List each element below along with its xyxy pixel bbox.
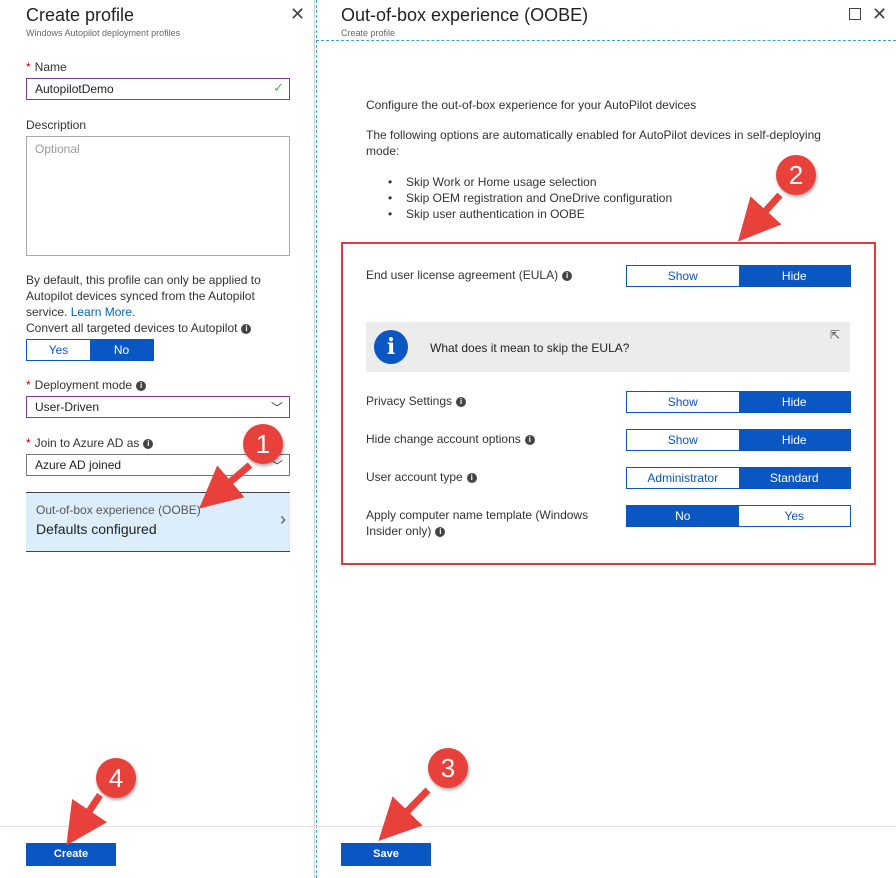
description-label: Description (26, 118, 87, 132)
computer-name-label: Apply computer name template (Windows In… (366, 507, 588, 539)
info-icon: i (456, 396, 467, 407)
eula-label-text: End user license agreement (EULA) (366, 268, 559, 282)
info-icon: i (136, 380, 147, 391)
list-item: Skip OEM registration and OneDrive confi… (388, 190, 672, 206)
computer-name-label-line2: Insider only) (366, 524, 432, 538)
maximize-icon[interactable] (849, 8, 861, 20)
close-icon[interactable]: ✕ (872, 4, 887, 25)
callout-badge-1: 1 (243, 424, 283, 464)
oobe-item-title: Out-of-box experience (OOBE) (36, 503, 201, 517)
auto-enabled-list: Skip Work or Home usage selection Skip O… (388, 174, 672, 222)
oobe-blade: Out-of-box experience (OOBE) Create prof… (316, 0, 896, 878)
hide-account-label-text: Hide change account options (366, 432, 521, 446)
info-icon: i (524, 434, 535, 445)
join-value: Azure AD joined (35, 458, 122, 472)
user-type-toggle[interactable]: Administrator Standard (626, 467, 851, 489)
privacy-toggle[interactable]: Show Hide (626, 391, 851, 413)
intro-text: Configure the out-of-box experience for … (366, 98, 697, 112)
privacy-label-text: Privacy Settings (366, 394, 453, 408)
join-label-text: Join to Azure AD as (34, 436, 140, 450)
chevron-down-icon: ﹀ (270, 401, 283, 415)
info-icon: i (562, 270, 573, 281)
deployment-mode-label: * Deployment mode i (26, 378, 147, 392)
description-placeholder: Optional (35, 142, 80, 156)
required-marker: * (26, 60, 31, 74)
checkmark-icon: ✓ (273, 80, 284, 95)
autopilot-info-text: By default, this profile can only be app… (26, 272, 288, 320)
convert-label-text: Convert all targeted devices to Autopilo… (26, 321, 238, 335)
user-type-administrator-option[interactable]: Administrator (627, 468, 739, 488)
required-marker: * (26, 436, 31, 450)
close-icon[interactable]: ✕ (290, 4, 305, 25)
learn-more-link[interactable]: Learn More. (71, 305, 136, 319)
convert-no-option[interactable]: No (90, 340, 153, 360)
eula-toggle[interactable]: Show Hide (626, 265, 851, 287)
user-type-label-text: User account type (366, 470, 463, 484)
name-input[interactable]: AutopilotDemo ✓ (26, 78, 290, 100)
required-marker: * (26, 378, 31, 392)
name-label-text: Name (34, 60, 67, 74)
oobe-item-status: Defaults configured (36, 521, 157, 537)
privacy-show-option[interactable]: Show (627, 392, 739, 412)
user-type-label: User account type i (366, 469, 477, 485)
name-input-value: AutopilotDemo (35, 82, 114, 96)
hide-account-toggle[interactable]: Show Hide (626, 429, 851, 451)
hide-account-show-option[interactable]: Show (627, 430, 739, 450)
save-button[interactable]: Save (341, 843, 431, 866)
computer-name-label-line1: Apply computer name template (Windows (366, 508, 589, 522)
eula-label: End user license agreement (EULA) i (366, 267, 573, 283)
computer-name-no-option[interactable]: No (627, 506, 739, 526)
blade-title: Create profile (26, 5, 135, 25)
convert-yes-option[interactable]: Yes (27, 340, 90, 360)
info-icon: i (435, 526, 446, 537)
eula-info-banner[interactable]: i What does it mean to skip the EULA? ⇱ (366, 322, 850, 372)
blade-title: Out-of-box experience (OOBE) (341, 5, 589, 25)
oobe-settings-item[interactable]: Out-of-box experience (OOBE) Defaults co… (26, 492, 290, 552)
convert-label: Convert all targeted devices to Autopilo… (26, 321, 252, 335)
footer-divider (0, 826, 315, 827)
callout-badge-4: 4 (96, 758, 136, 798)
name-label: * Name (26, 60, 67, 74)
chevron-right-icon: › (280, 509, 286, 529)
blade-subtitle: Windows Autopilot deployment profiles (26, 28, 181, 38)
footer-divider (316, 826, 896, 827)
blade-subtitle: Create profile (341, 28, 396, 38)
info-circle-icon: i (374, 330, 408, 364)
user-type-standard-option[interactable]: Standard (738, 468, 850, 488)
focus-border-left (316, 0, 317, 878)
computer-name-yes-option[interactable]: Yes (738, 506, 850, 526)
hide-account-label: Hide change account options i (366, 431, 535, 447)
privacy-label: Privacy Settings i (366, 393, 467, 409)
list-item: Skip Work or Home usage selection (388, 174, 672, 190)
deployment-mode-value: User-Driven (35, 400, 100, 414)
privacy-hide-option[interactable]: Hide (738, 392, 850, 412)
info-icon: i (466, 472, 477, 483)
list-item: Skip user authentication in OOBE (388, 206, 672, 222)
auto-enabled-text: The following options are automatically … (366, 128, 821, 158)
computer-name-toggle[interactable]: No Yes (626, 505, 851, 527)
external-link-icon[interactable]: ⇱ (830, 328, 840, 342)
convert-toggle[interactable]: Yes No (26, 339, 154, 361)
eula-hide-option[interactable]: Hide (738, 266, 850, 286)
description-textarea[interactable]: Optional (26, 136, 290, 256)
deployment-mode-select[interactable]: User-Driven ﹀ (26, 396, 290, 418)
info-icon: i (241, 323, 252, 334)
create-button[interactable]: Create (26, 843, 116, 866)
eula-info-text: What does it mean to skip the EULA? (430, 341, 630, 355)
deployment-mode-label-text: Deployment mode (34, 378, 133, 392)
callout-badge-3: 3 (428, 748, 468, 788)
callout-badge-2: 2 (776, 155, 816, 195)
info-text: By default, this profile can only be app… (26, 273, 261, 319)
computer-name-label-line2-wrap: Insider only) i (366, 523, 588, 539)
focus-border-top (316, 40, 896, 41)
hide-account-hide-option[interactable]: Hide (738, 430, 850, 450)
join-label: * Join to Azure AD as i (26, 436, 154, 450)
eula-show-option[interactable]: Show (627, 266, 739, 286)
info-icon: i (143, 438, 154, 449)
